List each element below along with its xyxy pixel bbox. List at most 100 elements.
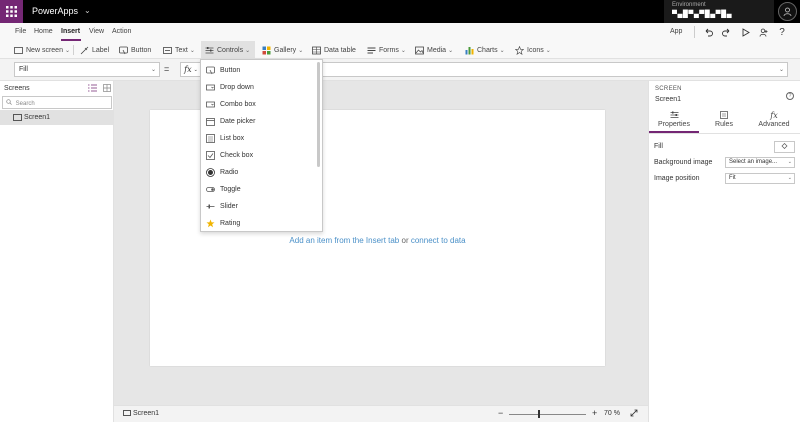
list-box-icon — [206, 134, 215, 143]
play-icon[interactable] — [739, 26, 751, 38]
label-button-label: Label — [92, 46, 110, 54]
screens-panel: Screens Search Screen1 — [0, 81, 114, 422]
data-table-button[interactable]: Data table — [312, 41, 356, 59]
screen-list-item[interactable]: Screen1 — [0, 110, 113, 125]
controls-item-date-picker[interactable]: Date picker — [201, 113, 317, 130]
chevron-down-icon: ⌄ — [448, 47, 454, 54]
image-position-select[interactable]: Fit ⌄ — [725, 173, 795, 184]
icons-button[interactable]: Icons ⌄ — [515, 41, 551, 59]
screen-icon — [123, 410, 131, 417]
fill-color-picker[interactable] — [774, 141, 795, 153]
controls-item-toggle[interactable]: Toggle — [201, 181, 317, 198]
forms-button[interactable]: Forms ⌄ — [367, 41, 406, 59]
tab-rules[interactable]: Rules — [699, 111, 749, 133]
controls-item-drop-down[interactable]: Drop down — [201, 79, 317, 96]
current-screen-indicator[interactable]: Screen1 — [123, 410, 159, 417]
fx-icon: fx — [184, 65, 192, 74]
background-image-value: Select an image... — [729, 159, 778, 165]
redo-icon[interactable] — [720, 26, 732, 38]
gallery-icon — [262, 46, 271, 54]
app-name[interactable]: PowerApps — [32, 6, 78, 16]
canvas-area: Add an item from the Insert tab or conne… — [114, 81, 648, 405]
tab-properties[interactable]: Properties — [649, 111, 699, 133]
app-launcher-waffle-icon[interactable] — [0, 0, 23, 23]
menu-home[interactable]: Home — [34, 28, 53, 35]
menu-view[interactable]: View — [89, 28, 104, 35]
dropdown-scrollbar[interactable] — [317, 62, 320, 167]
connect-data-link[interactable]: connect to data — [411, 236, 466, 245]
controls-item-radio[interactable]: Radio — [201, 164, 317, 181]
formula-expand-chevron-icon[interactable]: ⌄ — [779, 66, 784, 73]
image-position-value: Fit — [729, 175, 736, 181]
menu-insert[interactable]: Insert — [61, 28, 80, 35]
image-position-label: Image position — [654, 175, 700, 182]
chevron-down-icon: ⌄ — [499, 47, 505, 54]
canvas-hint: Add an item from the Insert tab or conne… — [150, 236, 605, 245]
environment-picker[interactable]: Environment ▀▄█▀▄▀█▄▀█▄ — [664, 0, 774, 23]
button-button[interactable]: Button — [119, 41, 151, 59]
menu-action[interactable]: Action — [112, 28, 131, 35]
user-avatar[interactable] — [778, 2, 797, 21]
zoom-slider-thumb[interactable] — [538, 410, 540, 418]
controls-item-label: Radio — [220, 169, 239, 176]
app-button[interactable]: App — [670, 28, 682, 35]
equals-sign: = — [164, 64, 170, 74]
formula-input[interactable]: ⌄ — [322, 62, 788, 77]
media-button[interactable]: Media ⌄ — [415, 41, 453, 59]
controls-item-list-box[interactable]: List box — [201, 130, 317, 147]
selected-name-label: Screen1 — [655, 96, 682, 103]
icons-button-label: Icons — [527, 46, 544, 54]
controls-button[interactable]: Controls ⌄ — [201, 41, 255, 59]
controls-item-label: Combo box — [220, 101, 256, 108]
calendar-icon — [206, 117, 215, 126]
menu-file[interactable]: File — [15, 28, 26, 35]
environment-label: Environment — [672, 2, 706, 8]
combo-box-icon — [206, 100, 215, 109]
zoom-in-button[interactable]: + — [592, 408, 597, 418]
checkbox-icon — [206, 151, 215, 160]
gallery-button-label: Gallery — [274, 46, 297, 54]
screens-search-input[interactable]: Search — [2, 96, 112, 109]
help-icon[interactable]: ? — [776, 26, 788, 38]
forms-icon — [367, 47, 376, 53]
label-icon — [80, 46, 89, 54]
controls-item-button[interactable]: Button — [201, 62, 317, 79]
status-bar: Screen1 − + 70 % — [114, 405, 648, 422]
controls-item-combo-box[interactable]: Combo box — [201, 96, 317, 113]
screen-list-item-label: Screen1 — [24, 114, 51, 121]
controls-item-rating[interactable]: Rating — [201, 215, 317, 232]
fit-to-window-icon[interactable] — [630, 409, 638, 419]
undo-icon[interactable] — [702, 26, 714, 38]
zoom-out-button[interactable]: − — [498, 408, 503, 418]
fx-button[interactable]: fx ⌄ — [180, 62, 202, 77]
property-select[interactable]: Fill ⌄ — [14, 62, 160, 77]
menu-bar: File Home Insert View Action App ? — [0, 23, 800, 41]
formula-bar: Fill ⌄ = fx ⌄ ⌄ — [0, 59, 800, 81]
controls-dropdown-menu: Button Drop down Combo box Date picker L… — [200, 59, 323, 232]
chevron-down-icon: ⌄ — [189, 47, 195, 54]
tab-advanced[interactable]: fx Advanced — [749, 111, 799, 133]
controls-item-check-box[interactable]: Check box — [201, 147, 317, 164]
new-screen-button[interactable]: New screen ⌄ — [14, 41, 70, 59]
controls-button-label: Controls — [217, 46, 244, 54]
help-icon[interactable]: ? — [786, 92, 794, 100]
controls-item-label: Check box — [220, 152, 254, 159]
controls-item-label: Button — [220, 67, 241, 74]
label-button[interactable]: Label — [80, 41, 109, 59]
tab-advanced-label: Advanced — [758, 121, 790, 128]
grid-view-icon[interactable] — [103, 84, 111, 94]
zoom-value: 70 % — [604, 410, 620, 417]
zoom-slider[interactable] — [509, 414, 586, 415]
insert-tab-link[interactable]: Add an item from the Insert tab — [289, 236, 399, 245]
charts-button-label: Charts — [477, 46, 498, 54]
share-user-icon[interactable] — [757, 26, 769, 38]
gallery-button[interactable]: Gallery ⌄ — [262, 41, 303, 59]
chevron-down-icon: ⌄ — [787, 175, 792, 181]
background-image-select[interactable]: Select an image... ⌄ — [725, 157, 795, 168]
charts-button[interactable]: Charts ⌄ — [465, 41, 505, 59]
list-view-icon[interactable] — [88, 84, 97, 94]
app-name-chevron-down-icon[interactable]: ⌄ — [84, 6, 91, 15]
text-button[interactable]: Text ⌄ — [163, 41, 195, 59]
text-button-label: Text — [175, 46, 188, 54]
controls-item-slider[interactable]: Slider — [201, 198, 317, 215]
